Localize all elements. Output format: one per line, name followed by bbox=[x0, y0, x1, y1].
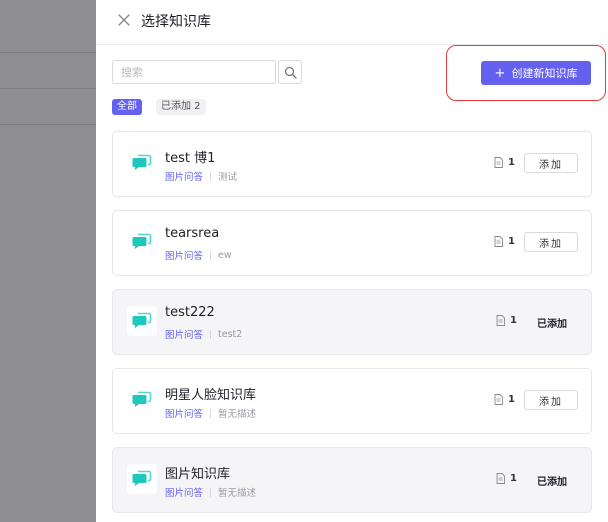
knowledge-base-name: tearsrea bbox=[165, 226, 220, 241]
knowledge-base-type: 图片问答 bbox=[165, 251, 204, 262]
document-count-value: 1 bbox=[508, 236, 515, 247]
drawer-header: 选择知识库 bbox=[96, 0, 608, 45]
search-field[interactable] bbox=[112, 60, 279, 84]
document-count-value: 1 bbox=[510, 315, 517, 326]
document-count: 1 bbox=[494, 236, 515, 247]
knowledge-base-description: 测试 bbox=[218, 172, 238, 183]
create-knowledge-base-button[interactable]: + 创建新知识库 bbox=[481, 61, 591, 85]
search-icon bbox=[284, 66, 297, 79]
knowledge-base-meta: 图片问答 测试 bbox=[165, 169, 237, 183]
select-knowledge-base-drawer: 选择知识库 + 创建新知识库 全部 已添加 2 test 博1 图片问答 测试 bbox=[96, 0, 608, 522]
knowledge-base-meta: 图片问答 暂无描述 bbox=[165, 485, 256, 499]
document-count-value: 1 bbox=[508, 157, 515, 168]
document-icon bbox=[496, 315, 505, 326]
background-divider bbox=[0, 88, 96, 89]
filter-all[interactable]: 全部 bbox=[112, 99, 142, 115]
drawer-title: 选择知识库 bbox=[141, 14, 211, 30]
knowledge-base-card: test 博1 图片问答 测试 1 添加 bbox=[112, 131, 592, 197]
knowledge-base-description: ew bbox=[218, 249, 232, 261]
close-icon[interactable] bbox=[116, 12, 132, 28]
knowledge-base-card: tearsrea 图片问答 ew 1 添加 bbox=[112, 210, 592, 276]
knowledge-base-description: test2 bbox=[218, 328, 243, 340]
knowledge-base-description: 暂无描述 bbox=[218, 409, 257, 420]
plus-icon: + bbox=[494, 65, 506, 81]
filter-added[interactable]: 已添加 2 bbox=[156, 99, 206, 115]
knowledge-base-meta: 图片问答 test2 bbox=[165, 327, 243, 342]
knowledge-base-type: 图片问答 bbox=[165, 409, 204, 420]
background-divider bbox=[0, 52, 96, 53]
knowledge-base-name: 明星人脸知识库 bbox=[165, 388, 257, 403]
knowledge-base-type: 图片问答 bbox=[165, 488, 204, 499]
chat-bubble-icon bbox=[127, 227, 157, 257]
knowledge-base-type: 图片问答 bbox=[165, 330, 204, 341]
document-icon bbox=[496, 473, 505, 484]
background-divider bbox=[0, 124, 96, 125]
create-button-label: 创建新知识库 bbox=[511, 67, 578, 80]
meta-divider bbox=[210, 329, 212, 339]
search-button[interactable] bbox=[278, 60, 302, 84]
chat-bubble-icon bbox=[127, 385, 157, 415]
chat-bubble-icon bbox=[127, 148, 157, 178]
added-status: 已添加 bbox=[537, 319, 567, 330]
document-icon bbox=[494, 236, 503, 247]
added-status: 已添加 bbox=[537, 477, 567, 488]
chat-bubble-icon bbox=[127, 306, 157, 336]
document-count: 1 bbox=[496, 315, 517, 326]
add-button[interactable]: 添加 bbox=[524, 153, 578, 173]
knowledge-base-meta: 图片问答 ew bbox=[165, 248, 232, 263]
meta-divider bbox=[210, 171, 212, 181]
meta-divider bbox=[210, 250, 212, 260]
document-icon bbox=[494, 157, 503, 168]
search-input[interactable] bbox=[113, 61, 279, 84]
add-button[interactable]: 添加 bbox=[524, 232, 578, 252]
document-count: 1 bbox=[496, 473, 517, 484]
document-count-value: 1 bbox=[510, 473, 517, 484]
meta-divider bbox=[210, 408, 212, 418]
knowledge-base-description: 暂无描述 bbox=[218, 488, 257, 499]
knowledge-base-meta: 图片问答 暂无描述 bbox=[165, 406, 256, 420]
document-count: 1 bbox=[494, 157, 515, 168]
knowledge-base-card: 图片知识库 图片问答 暂无描述 1 已添加 bbox=[112, 447, 592, 513]
knowledge-base-card: 明星人脸知识库 图片问答 暂无描述 1 添加 bbox=[112, 368, 592, 434]
background-page bbox=[0, 0, 96, 522]
knowledge-base-name: test 博1 bbox=[165, 151, 216, 166]
knowledge-base-name: test222 bbox=[165, 305, 215, 320]
knowledge-base-type: 图片问答 bbox=[165, 172, 204, 183]
document-count-value: 1 bbox=[508, 394, 515, 405]
document-icon bbox=[494, 394, 503, 405]
add-button[interactable]: 添加 bbox=[524, 390, 578, 410]
knowledge-base-name: 图片知识库 bbox=[165, 467, 231, 482]
document-count: 1 bbox=[494, 394, 515, 405]
meta-divider bbox=[210, 487, 212, 497]
chat-bubble-icon bbox=[127, 464, 157, 494]
knowledge-base-card: test222 图片问答 test2 1 已添加 bbox=[112, 289, 592, 355]
